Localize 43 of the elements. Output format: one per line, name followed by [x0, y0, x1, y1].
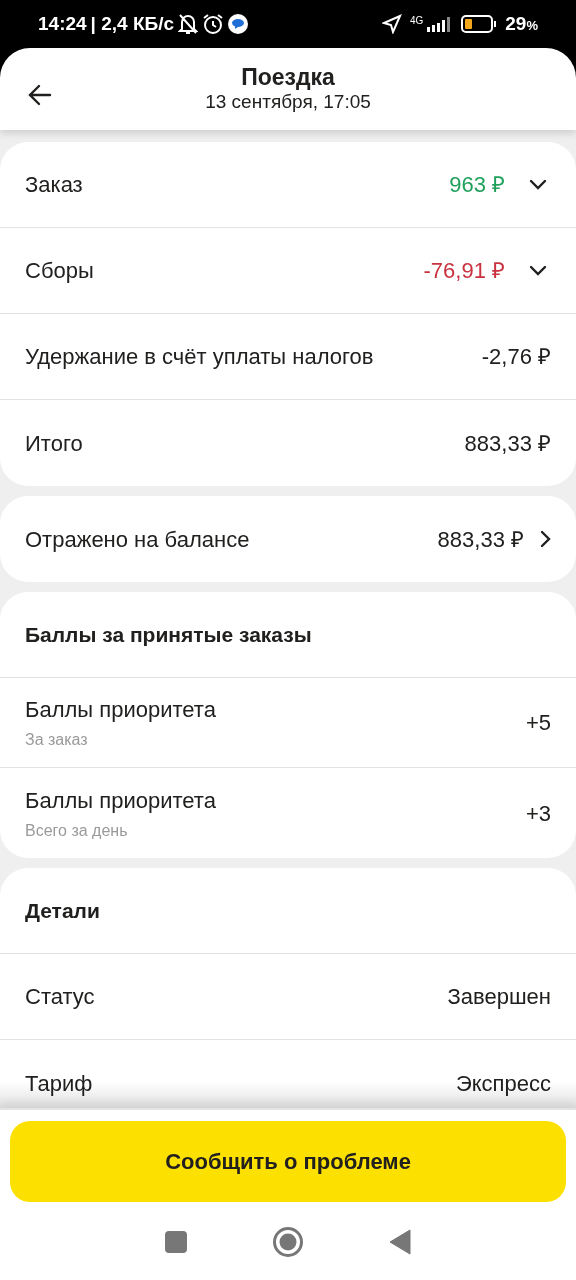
row-label: Заказ [25, 171, 84, 199]
row-label: Отражено на балансе [25, 525, 251, 554]
list-row[interactable]: Заказ 963 ₽ [0, 142, 576, 228]
row-label: Тариф [25, 1069, 94, 1098]
battery-icon [461, 15, 498, 33]
list-row[interactable]: Отражено на балансе 883,33 ₽ [0, 496, 576, 582]
row-value: +5 [525, 709, 551, 737]
row-value: +3 [525, 799, 551, 828]
home-icon[interactable] [273, 1227, 303, 1257]
row-label: Сборы [25, 257, 95, 285]
row-value: Завершен [447, 983, 551, 1011]
bell-off-icon [178, 13, 198, 35]
row-label: Баллы приоритета [25, 786, 217, 815]
network-speed: | 2,4 КБ/с [90, 11, 174, 36]
row-label: Итого [25, 429, 84, 458]
alarm-clock-icon [202, 13, 224, 35]
section-title: Баллы за принятые заказы [25, 621, 312, 648]
battery-percent: 29 [505, 11, 527, 36]
section-title: Детали [25, 897, 100, 924]
percent-sign: % [526, 16, 538, 35]
list-row[interactable]: Сборы -76,91 ₽ [0, 228, 576, 314]
recent-apps-icon[interactable] [165, 1231, 187, 1253]
chat-bubble-icon [228, 14, 248, 34]
network-type: 4G [409, 16, 424, 26]
row-value: 963 ₽ [449, 171, 505, 199]
page-title: Поездка [241, 63, 335, 92]
chevron-right-icon [540, 530, 551, 548]
row-label: Баллы приоритета [25, 696, 217, 724]
row-label: Статус [25, 983, 96, 1011]
row-value: 883,33 ₽ [437, 525, 524, 554]
location-arrow-icon [381, 14, 402, 34]
trip-date: 13 сентября, 17:05 [205, 91, 371, 115]
back-button[interactable] [28, 82, 52, 106]
back-nav-icon[interactable] [389, 1229, 411, 1255]
row-value: 883,33 ₽ [464, 429, 551, 458]
row-sublabel: За заказ [25, 730, 89, 750]
row-sublabel: Всего за день [25, 820, 129, 841]
clock-time: 14:24 [38, 11, 87, 36]
row-value: Экспресс [455, 1069, 551, 1098]
row-value: -2,76 ₽ [481, 343, 551, 371]
report-problem-button[interactable]: Сообщить о проблеме [10, 1121, 566, 1202]
row-label: Удержание в счёт уплаты налогов [25, 343, 375, 371]
row-value: -76,91 ₽ [423, 257, 505, 285]
